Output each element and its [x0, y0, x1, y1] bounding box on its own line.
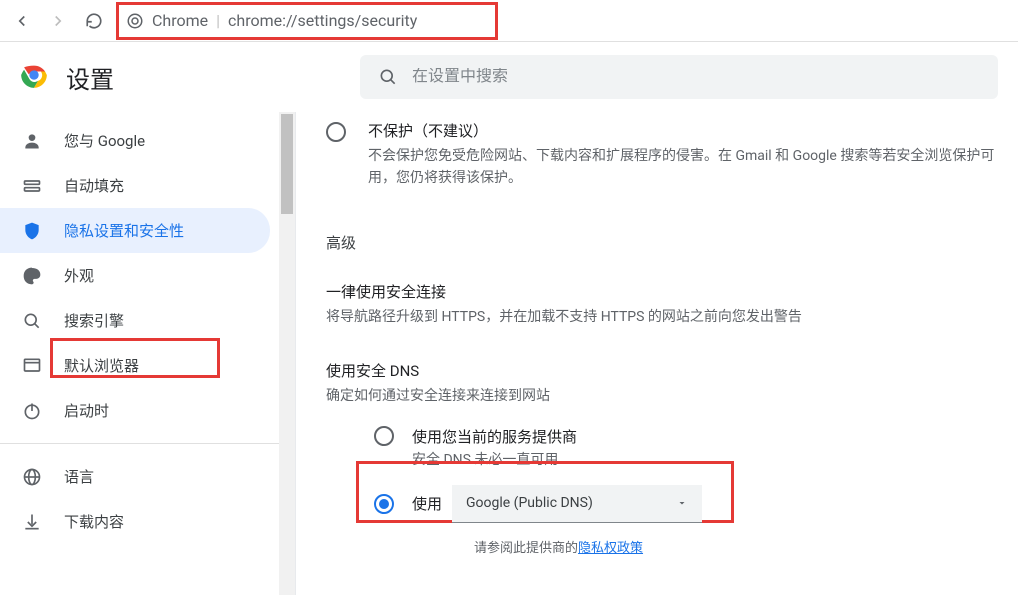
- scrollbar[interactable]: [279, 112, 295, 595]
- option-no-protection[interactable]: 不保护（不建议） 不会保护您免受危险网站、下载内容和扩展程序的侵害。在 Gmai…: [326, 120, 1018, 190]
- forward-button[interactable]: [44, 7, 72, 35]
- radio-unchecked-icon[interactable]: [374, 426, 394, 446]
- sidebar-item-label: 您与 Google: [64, 130, 145, 151]
- search-input[interactable]: [412, 68, 980, 86]
- autofill-icon: [22, 176, 42, 196]
- back-button[interactable]: [8, 7, 36, 35]
- download-icon: [22, 512, 42, 532]
- browser-icon: [22, 356, 42, 376]
- sidebar-item-label: 语言: [64, 466, 94, 487]
- chrome-logo-icon: [20, 61, 48, 93]
- dns-use-label: 使用: [412, 493, 442, 514]
- power-icon: [22, 401, 42, 421]
- chrome-page-icon: [126, 12, 144, 30]
- select-value: Google (Public DNS): [466, 495, 593, 511]
- settings-content: 不保护（不建议） 不会保护您免受危险网站、下载内容和扩展程序的侵害。在 Gmai…: [296, 112, 1018, 595]
- radio-checked-icon[interactable]: [374, 494, 394, 514]
- sidebar-item-label: 默认浏览器: [64, 355, 139, 376]
- dns-option-current-provider[interactable]: 使用您当前的服务提供商 安全 DNS 未必一直可用: [374, 426, 1018, 471]
- address-bar[interactable]: Chrome | chrome://settings/security: [116, 5, 1010, 37]
- section-advanced-label: 高级: [326, 232, 1018, 253]
- divider: [0, 443, 280, 444]
- option-title: 不保护（不建议）: [368, 120, 1018, 141]
- url-prefix: Chrome: [152, 11, 208, 30]
- search-icon: [378, 67, 398, 87]
- option-desc: 安全 DNS 未必一直可用: [412, 449, 577, 471]
- settings-search[interactable]: [360, 55, 998, 99]
- sidebar-item-privacy-security[interactable]: 隐私设置和安全性: [0, 208, 270, 253]
- sidebar-item-autofill[interactable]: 自动填充: [0, 163, 270, 208]
- option-title: 使用您当前的服务提供商: [412, 426, 577, 447]
- sidebar-item-label: 自动填充: [64, 175, 124, 196]
- sidebar-item-you-and-google[interactable]: 您与 Google: [0, 118, 270, 163]
- sidebar-item-appearance[interactable]: 外观: [0, 253, 270, 298]
- sidebar-item-languages[interactable]: 语言: [0, 454, 270, 499]
- sidebar-item-label: 启动时: [64, 400, 109, 421]
- dropdown-icon: [676, 497, 688, 509]
- sidebar-item-downloads[interactable]: 下载内容: [0, 499, 270, 544]
- provider-privacy-note: 请参阅此提供商的隐私权政策: [474, 537, 1018, 556]
- page-title: 设置: [66, 60, 114, 95]
- dns-desc: 确定如何通过安全连接来连接到网站: [326, 385, 1018, 407]
- url-path: chrome://settings/security: [228, 11, 417, 30]
- person-icon: [22, 131, 42, 151]
- privacy-policy-link[interactable]: 隐私权政策: [578, 541, 643, 556]
- sidebar-item-default-browser[interactable]: 默认浏览器: [0, 343, 270, 388]
- browser-toolbar: Chrome | chrome://settings/security: [0, 0, 1018, 42]
- settings-header: 设置: [0, 42, 1018, 112]
- palette-icon: [22, 266, 42, 286]
- dns-title: 使用安全 DNS: [326, 360, 1018, 381]
- radio-unchecked-icon[interactable]: [326, 122, 346, 142]
- sidebar-item-label: 搜索引擎: [64, 310, 124, 331]
- sidebar-item-search-engine[interactable]: 搜索引擎: [0, 298, 270, 343]
- dns-provider-select[interactable]: Google (Public DNS): [452, 485, 702, 523]
- sidebar-item-label: 隐私设置和安全性: [64, 220, 184, 241]
- reload-button[interactable]: [80, 7, 108, 35]
- search-icon: [22, 311, 42, 331]
- sidebar-item-on-startup[interactable]: 启动时: [0, 388, 270, 433]
- dns-option-custom-provider[interactable]: 使用 Google (Public DNS): [374, 485, 1018, 523]
- sidebar-item-label: 外观: [64, 265, 94, 286]
- sidebar-item-label: 下载内容: [64, 511, 124, 532]
- globe-icon: [22, 467, 42, 487]
- https-title: 一律使用安全连接: [326, 281, 1018, 302]
- https-desc: 将导航路径升级到 HTTPS，并在加载不支持 HTTPS 的网站之前向您发出警告: [326, 306, 1018, 328]
- shield-icon: [22, 221, 42, 241]
- scrollbar-thumb[interactable]: [281, 114, 293, 214]
- option-desc: 不会保护您免受危险网站、下载内容和扩展程序的侵害。在 Gmail 和 Googl…: [368, 145, 1018, 190]
- settings-sidebar: 您与 Google 自动填充 隐私设置和安全性 外观 搜索引擎 默认浏览器: [0, 112, 280, 595]
